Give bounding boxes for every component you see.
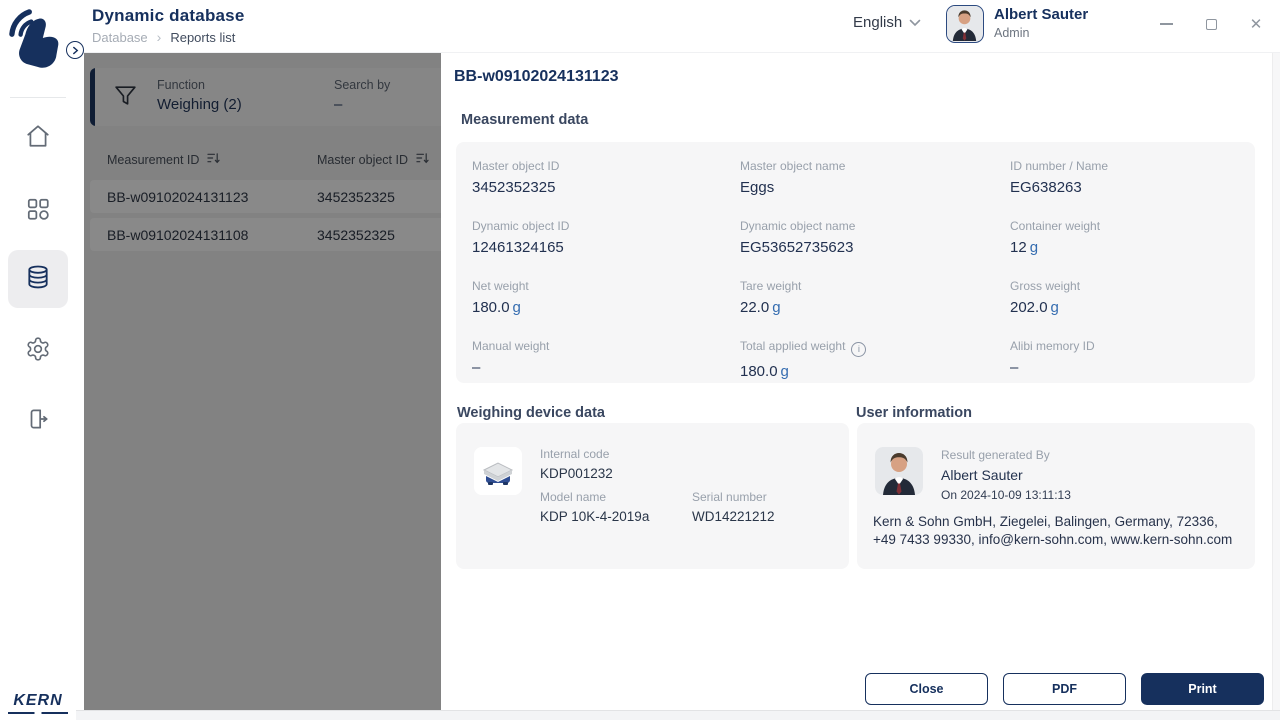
- result-generated-by: Result generated By Albert Sauter On 202…: [941, 448, 1071, 502]
- sidebar-item-settings[interactable]: [8, 323, 68, 379]
- sidebar-expand-button[interactable]: [66, 41, 84, 59]
- generated-by-name: Albert Sauter: [941, 467, 1023, 483]
- print-button[interactable]: Print: [1141, 673, 1264, 705]
- sidebar-divider: [10, 97, 66, 98]
- chevron-right-icon: ›: [156, 29, 162, 45]
- window-controls: ✕: [1158, 14, 1264, 34]
- field-master-object-id: Master object ID 3452352325: [472, 159, 560, 196]
- section-weighing-device-data: Weighing device data: [457, 405, 605, 421]
- user-name: Albert Sauter: [994, 6, 1089, 23]
- sidebar-item-home[interactable]: [8, 110, 68, 166]
- field-net-weight: Net weight 180.0 g: [472, 279, 529, 316]
- modal-actions: Close PDF Print: [865, 673, 1264, 705]
- field-total-applied-weight: Total applied weight i 180.0 g: [740, 339, 1010, 380]
- sidebar: KERN: [0, 0, 76, 720]
- close-window-button[interactable]: ✕: [1248, 16, 1264, 32]
- pdf-button[interactable]: PDF: [1003, 673, 1126, 705]
- field-dynamic-object-id: Dynamic object ID 12461324165: [472, 219, 570, 256]
- field-tare-weight: Tare weight 22.0 g: [740, 279, 802, 316]
- user-photo: [875, 447, 923, 495]
- apps-grid-icon: [25, 196, 51, 227]
- info-icon[interactable]: i: [851, 342, 867, 357]
- scrollbar[interactable]: [1272, 53, 1280, 710]
- section-user-information: User information: [856, 405, 973, 421]
- field-container-weight: Container weight 12 g: [1010, 219, 1101, 256]
- breadcrumb: Database › Reports list: [92, 29, 235, 45]
- user-menu[interactable]: Albert Sauter Admin: [946, 5, 1088, 43]
- field-manual-weight: Manual weight –: [472, 339, 550, 376]
- device-model-name: Model name KDP 10K-4-2019a: [540, 490, 650, 524]
- field-gross-weight: Gross weight 202.0 g: [1010, 279, 1081, 316]
- field-master-object-name: Master object name Eggs: [740, 159, 846, 196]
- modal-backdrop[interactable]: [84, 53, 441, 710]
- section-measurement-data: Measurement data: [461, 112, 589, 128]
- weighing-device-card: Internal code KDP001232 Model name KDP 1…: [456, 423, 849, 569]
- sidebar-item-database[interactable]: [8, 250, 68, 308]
- app-window: KERN Dynamic database Database › Reports…: [0, 0, 1280, 720]
- generated-timestamp: On 2024-10-09 13:11:13: [941, 488, 1071, 502]
- language-selector[interactable]: English: [853, 14, 921, 31]
- database-icon: [25, 264, 51, 295]
- kern-brand-logo: KERN: [8, 692, 68, 714]
- breadcrumb-current: Reports list: [170, 29, 236, 45]
- device-image: [474, 447, 522, 495]
- company-info: Kern & Sohn GmbH, Ziegelei, Balingen, Ge…: [873, 514, 1233, 547]
- field-alibi-memory-id: Alibi memory ID –: [1010, 339, 1095, 376]
- measurement-data-card: Master object ID 3452352325 Master objec…: [456, 142, 1255, 383]
- device-internal-code: Internal code KDP001232: [540, 447, 613, 481]
- report-title: BB-w09102024131123: [454, 68, 619, 85]
- minimize-button[interactable]: [1158, 16, 1174, 32]
- report-detail-panel: BB-w09102024131123 Measurement data Mast…: [441, 53, 1280, 710]
- logout-icon: [25, 406, 51, 437]
- home-icon: [25, 123, 51, 154]
- close-icon: ✕: [1249, 15, 1263, 33]
- window-bottom-edge: [76, 710, 1280, 720]
- gear-icon: [25, 336, 51, 367]
- page-title: Dynamic database: [92, 6, 245, 25]
- minimize-icon: [1159, 23, 1173, 25]
- avatar: [946, 5, 984, 43]
- breadcrumb-parent[interactable]: Database: [92, 30, 148, 45]
- field-id-number-name: ID number / Name EG638263: [1010, 159, 1109, 196]
- maximize-icon: [1205, 18, 1217, 30]
- sidebar-item-apps[interactable]: [8, 183, 68, 239]
- language-label: English: [853, 14, 903, 31]
- maximize-button[interactable]: [1203, 16, 1219, 32]
- user-role: Admin: [994, 26, 1030, 40]
- user-information-card: Result generated By Albert Sauter On 202…: [857, 423, 1255, 569]
- header: Dynamic database Database › Reports list…: [76, 0, 1280, 53]
- close-button[interactable]: Close: [865, 673, 988, 705]
- sidebar-item-logout[interactable]: [8, 393, 68, 449]
- field-dynamic-object-name: Dynamic object name EG53652735623: [740, 219, 856, 256]
- chevron-down-icon: [909, 14, 921, 31]
- app-logo-icon: [9, 6, 67, 72]
- device-serial-number: Serial number WD14221212: [692, 490, 775, 524]
